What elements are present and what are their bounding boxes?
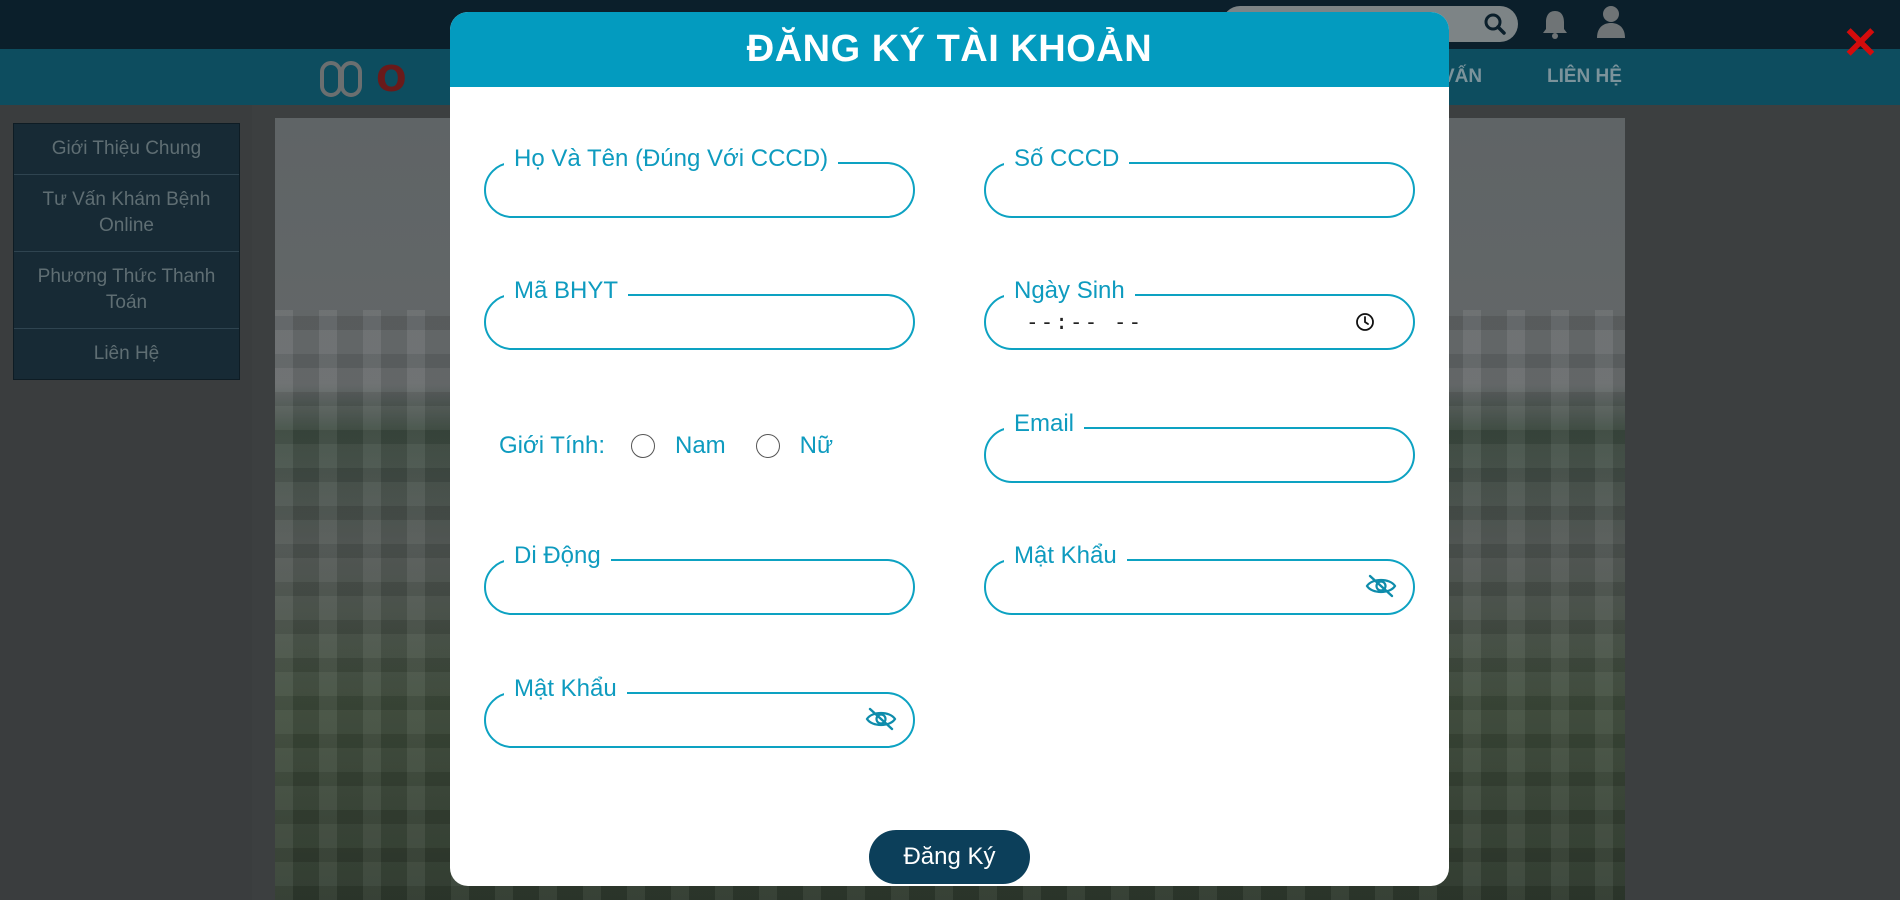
birthdate-label: Ngày Sinh <box>1004 276 1135 306</box>
close-icon[interactable]: ✕ <box>1842 22 1879 66</box>
sidebar-item-lien-he[interactable]: Liên Hệ <box>14 328 239 379</box>
bhyt-label: Mã BHYT <box>504 276 629 306</box>
nav-link-lien-he[interactable]: LIÊN HỆ <box>1547 66 1622 88</box>
mobile-label: Di Động <box>504 541 611 571</box>
sidebar-item-gioi-thieu[interactable]: Giới Thiệu Chung <box>14 124 239 174</box>
birthdate-field[interactable]: Ngày Sinh --:-- -- <box>984 276 1415 350</box>
logo-mark-icon <box>320 61 362 97</box>
email-label: Email <box>1004 409 1085 439</box>
password-label: Mật Khẩu <box>1004 541 1127 571</box>
clock-icon[interactable] <box>1355 312 1375 337</box>
register-submit-button[interactable]: Đăng Ký <box>869 830 1030 884</box>
eye-slash-icon[interactable] <box>1365 573 1397 604</box>
full-name-field[interactable]: Họ Và Tên (Đúng Với CCCD) <box>484 144 915 218</box>
modal-header: ĐĂNG KÝ TÀI KHOẢN <box>450 12 1449 87</box>
user-icon[interactable] <box>1595 4 1627 43</box>
email-field[interactable]: Email <box>984 409 1415 483</box>
full-name-label: Họ Và Tên (Đúng Với CCCD) <box>504 144 839 174</box>
cccd-label: Số CCCD <box>1004 144 1130 174</box>
sidebar-item-tu-van[interactable]: Tư Vấn Khám Bệnh Online <box>14 174 239 251</box>
logo-text: O <box>376 58 407 100</box>
logo[interactable]: O <box>320 58 407 100</box>
confirm-password-field[interactable]: Mật Khẩu <box>484 674 915 748</box>
bell-icon[interactable] <box>1540 8 1570 45</box>
bhyt-field[interactable]: Mã BHYT <box>484 276 915 350</box>
gender-option-nu-label[interactable]: Nữ <box>800 432 833 460</box>
search-icon[interactable] <box>1484 13 1506 40</box>
sidebar-item-thanh-toan[interactable]: Phương Thức Thanh Toán <box>14 251 239 328</box>
sidebar-menu: Giới Thiệu Chung Tư Vấn Khám Bệnh Online… <box>13 123 240 380</box>
password-field[interactable]: Mật Khẩu <box>984 541 1415 615</box>
cccd-field[interactable]: Số CCCD <box>984 144 1415 218</box>
birthdate-placeholder: --:-- -- <box>1026 310 1144 334</box>
confirm-password-label: Mật Khẩu <box>504 674 627 704</box>
register-modal: ĐĂNG KÝ TÀI KHOẢN Họ Và Tên (Đúng Với CC… <box>450 12 1449 886</box>
eye-slash-icon[interactable] <box>865 706 897 737</box>
gender-option-nam-label[interactable]: Nam <box>675 432 726 460</box>
gender-radio-nam[interactable] <box>631 434 655 458</box>
mobile-field[interactable]: Di Động <box>484 541 915 615</box>
gender-radio-nu[interactable] <box>755 434 780 458</box>
gender-group: Giới Tính: Nam Nữ <box>499 432 833 460</box>
modal-title: ĐĂNG KÝ TÀI KHOẢN <box>746 28 1153 70</box>
gender-label: Giới Tính: <box>499 432 605 459</box>
